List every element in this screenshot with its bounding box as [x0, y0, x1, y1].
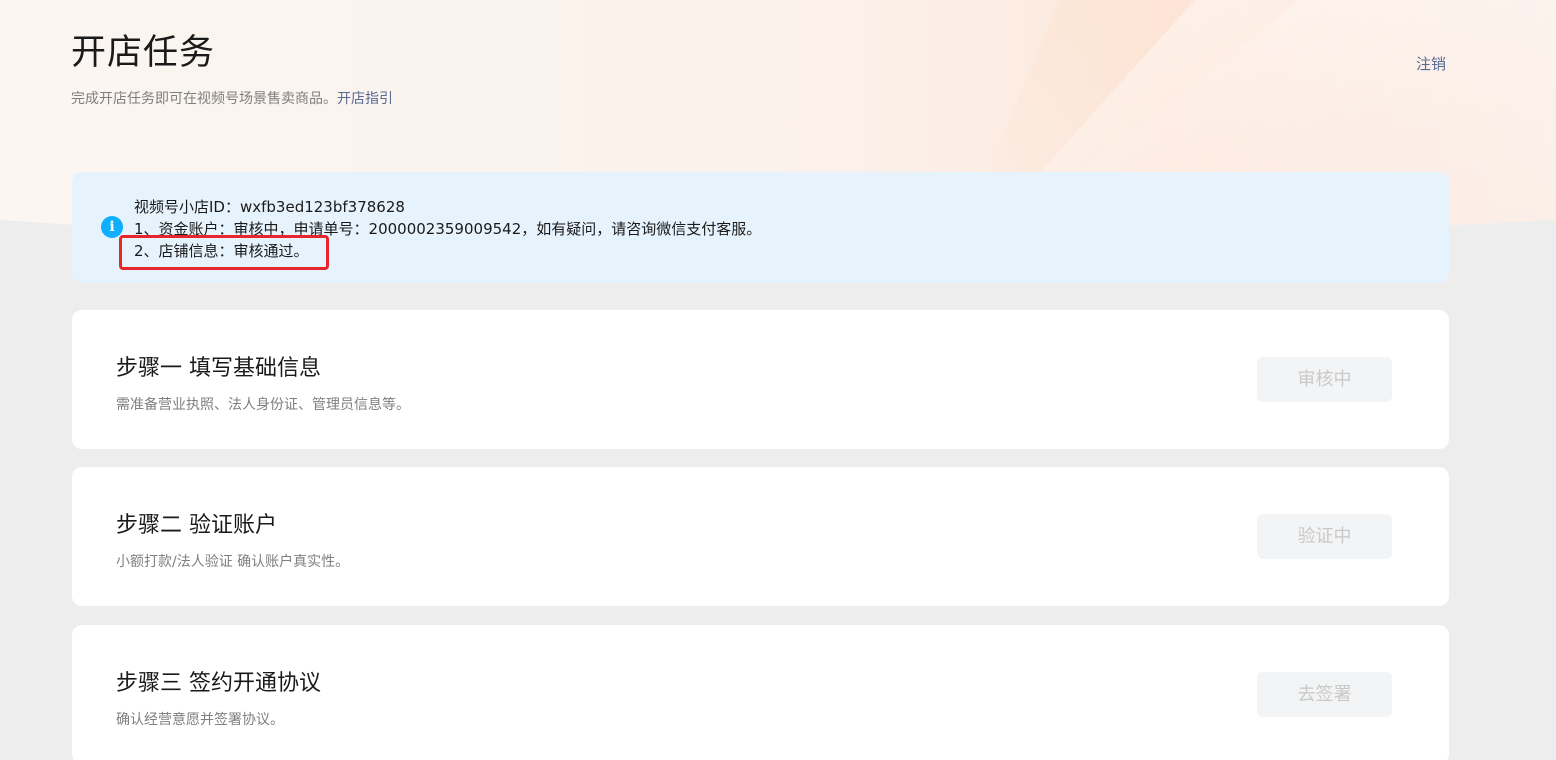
logout-link[interactable]: 注销 [1416, 53, 1446, 74]
step-description: 确认经营意愿并签署协议。 [116, 712, 284, 728]
step-title: 步骤三 签约开通协议 [116, 671, 321, 696]
step-2-status-button[interactable]: 验证中 [1257, 514, 1392, 559]
step-description: 小额打款/法人验证 确认账户真实性。 [116, 554, 350, 570]
page-subtitle: 完成开店任务即可在视频号场景售卖商品。开店指引 [71, 88, 393, 108]
page-title: 开店任务 [71, 33, 216, 73]
info-icon: i [101, 216, 123, 238]
step-title: 步骤一 填写基础信息 [116, 356, 321, 381]
step-3-sign-button[interactable]: 去签署 [1257, 672, 1392, 717]
step-card-2: 步骤二 验证账户 小额打款/法人验证 确认账户真实性。 验证中 [72, 467, 1449, 606]
highlight-annotation [119, 235, 329, 270]
step-card-3: 步骤三 签约开通协议 确认经营意愿并签署协议。 去签署 [72, 625, 1449, 760]
step-title: 步骤二 验证账户 [116, 513, 277, 538]
open-store-guide-link[interactable]: 开店指引 [337, 91, 393, 107]
step-description: 需准备营业执照、法人身份证、管理员信息等。 [116, 397, 410, 413]
step-1-status-button[interactable]: 审核中 [1257, 357, 1392, 402]
step-card-1: 步骤一 填写基础信息 需准备营业执照、法人身份证、管理员信息等。 审核中 [72, 310, 1449, 449]
page: 开店任务 完成开店任务即可在视频号场景售卖商品。开店指引 注销 i 视频号小店I… [0, 0, 1556, 760]
page-subtitle-text: 完成开店任务即可在视频号场景售卖商品。 [71, 91, 337, 107]
notice-store-id: 视频号小店ID：wxfb3ed123bf378628 [134, 198, 405, 216]
